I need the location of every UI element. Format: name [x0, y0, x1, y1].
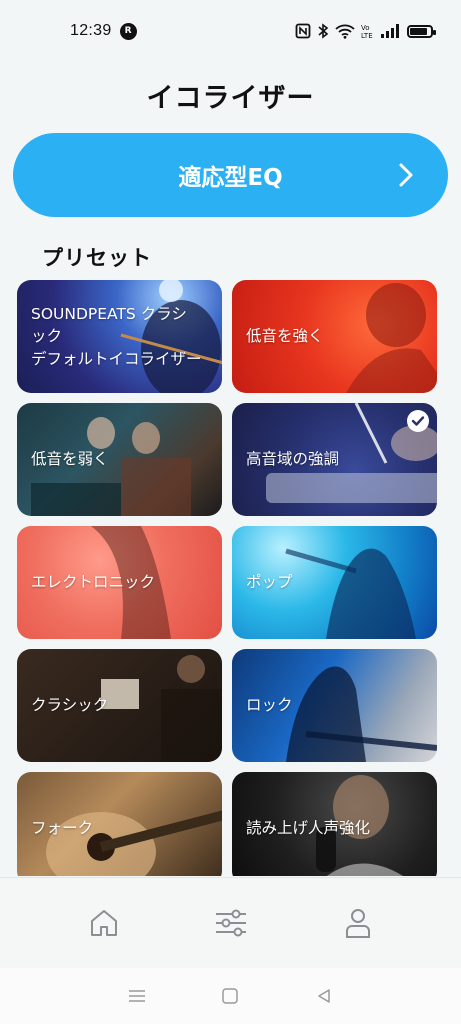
nfc-icon: [295, 23, 311, 39]
preset-classical[interactable]: クラシック: [17, 649, 222, 762]
sliders-icon[interactable]: [211, 903, 251, 943]
preset-soundpeats-classic[interactable]: SOUNDPEATS クラシ ック デフォルトイコライザー: [17, 280, 222, 393]
bluetooth-icon: [317, 23, 329, 39]
menu-icon[interactable]: [122, 981, 152, 1011]
wifi-icon: [335, 24, 355, 39]
preset-rock[interactable]: ロック: [232, 649, 437, 762]
preset-label: フォーク: [31, 819, 94, 838]
preset-folk[interactable]: フォーク: [17, 772, 222, 876]
preset-label: クラシック: [31, 696, 109, 715]
signal-icon: [381, 24, 401, 38]
home-square-icon[interactable]: [215, 981, 245, 1011]
preset-label: 低音を弱く: [31, 450, 109, 469]
preset-label: 高音域の強調: [246, 450, 340, 469]
preset-label: ポップ: [246, 573, 293, 592]
preset-grid: SOUNDPEATS クラシ ック デフォルトイコライザー 低音を強く 低音を弱…: [17, 280, 437, 876]
selected-check-icon: [407, 410, 429, 432]
page-title: イコライザー: [146, 83, 315, 114]
preset-label: エレクトロニック: [31, 573, 156, 592]
adaptive-eq-button[interactable]: 適応型EQ: [13, 133, 448, 217]
preset-label: 読み上げ人声強化: [246, 819, 371, 838]
adaptive-eq-label: 適応型EQ: [178, 165, 283, 191]
preset-bass-boost[interactable]: 低音を強く: [232, 280, 437, 393]
app-notification-icon: R: [119, 22, 137, 40]
preset-pop[interactable]: ポップ: [232, 526, 437, 639]
preset-treble-boost[interactable]: 高音域の強調: [232, 403, 437, 516]
preset-label: ロック: [246, 696, 293, 715]
preset-vocal-enhance[interactable]: 読み上げ人声強化: [232, 772, 437, 876]
svg-text:LTE: LTE: [361, 32, 373, 39]
bottom-nav: [0, 877, 461, 968]
user-icon[interactable]: [338, 903, 378, 943]
preset-label: ック: [31, 327, 63, 346]
battery-icon: [407, 24, 436, 38]
home-icon[interactable]: [84, 903, 124, 943]
presets-title: プリセット: [42, 246, 152, 270]
chevron-right-icon: [398, 161, 414, 195]
status-time: 12:39: [70, 22, 112, 39]
preset-bass-reduce[interactable]: 低音を弱く: [17, 403, 222, 516]
system-nav: [0, 968, 461, 1024]
preset-label: 低音を強く: [246, 327, 324, 346]
preset-electronic[interactable]: エレクトロニック: [17, 526, 222, 639]
preset-sublabel: デフォルトイコライザー: [31, 349, 202, 368]
back-triangle-icon[interactable]: [309, 981, 339, 1011]
volte-icon: Vo LTE: [361, 23, 375, 39]
svg-text:Vo: Vo: [361, 24, 370, 32]
status-icons: Vo LTE: [295, 23, 436, 39]
preset-label: SOUNDPEATS クラシ: [31, 304, 187, 323]
status-bar: 12:39 R Vo LTE: [0, 0, 461, 62]
